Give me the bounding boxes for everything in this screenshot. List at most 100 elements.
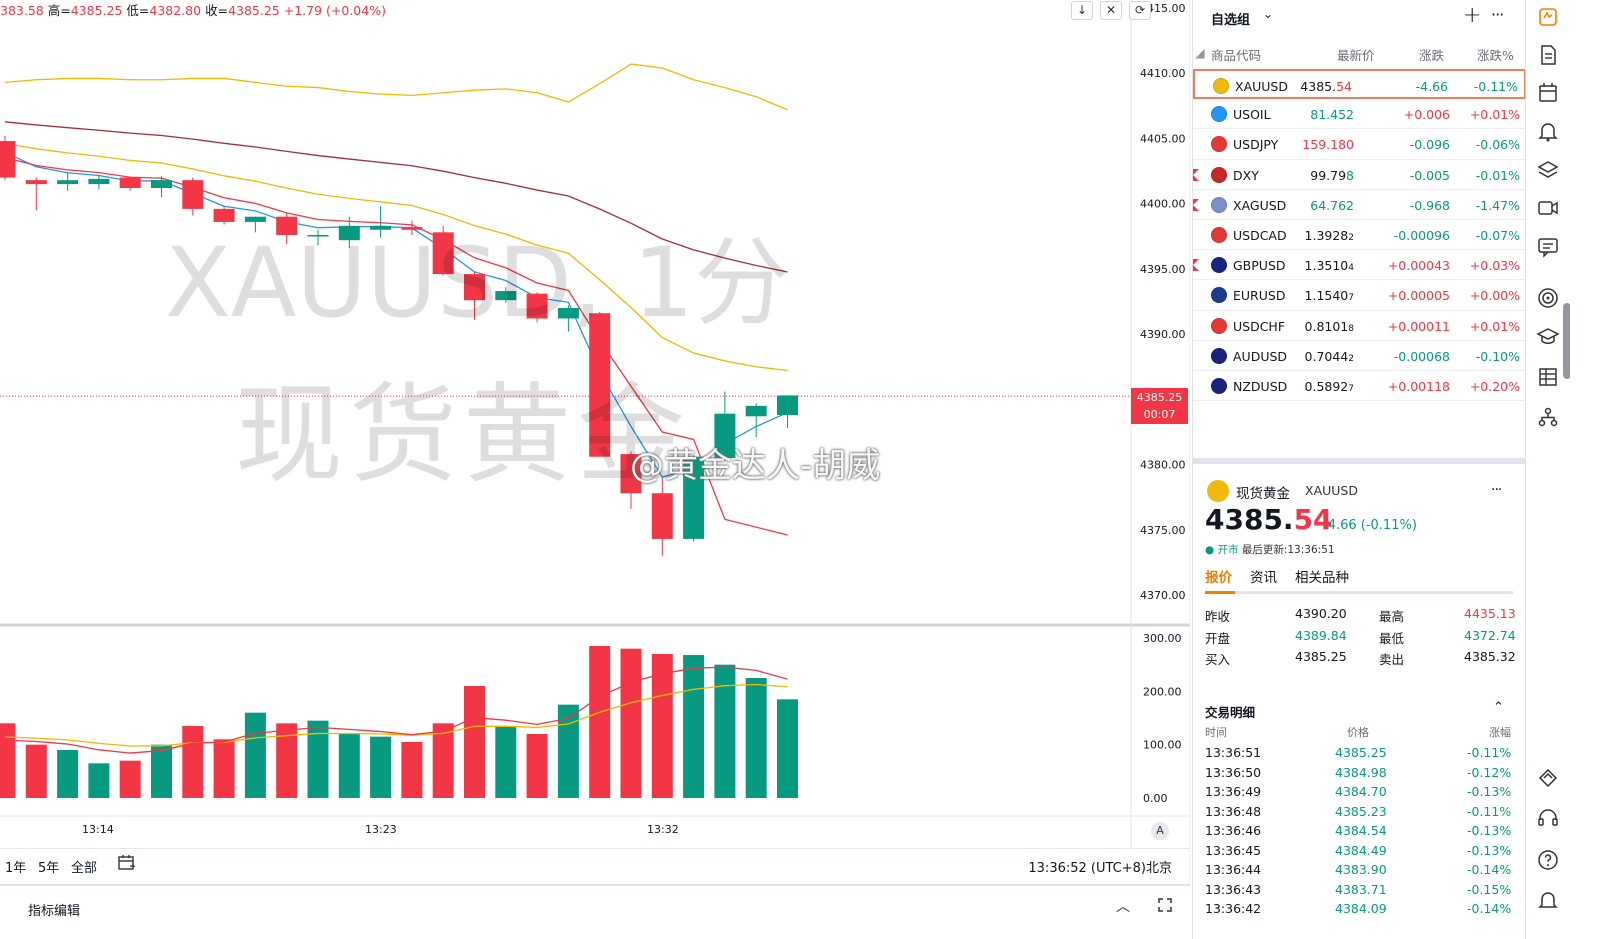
- tab-related[interactable]: 相关品种: [1295, 566, 1349, 586]
- layers-icon[interactable]: [1536, 158, 1560, 182]
- reset-button[interactable]: ⟳: [1129, 1, 1151, 20]
- range-all-button[interactable]: 全部: [71, 857, 97, 876]
- row-symbol: USDJPY: [1233, 137, 1279, 153]
- row-symbol: USDCHF: [1233, 318, 1286, 334]
- watchlist-row[interactable]: USDCAD 1.39282 -0.00096 -0.07%: [1193, 220, 1526, 251]
- row-last-tail: 54: [1336, 79, 1352, 94]
- row-last-main: 1.1540: [1304, 288, 1349, 304]
- trade-time: 13:36:48: [1205, 803, 1262, 819]
- headset-icon[interactable]: [1536, 806, 1560, 830]
- collapse-icon[interactable]: ︿: [1116, 896, 1130, 916]
- detail-name: 现货黄金: [1236, 486, 1290, 502]
- watchlist-row[interactable]: USDJPY 159.180 -0.096 -0.06%: [1193, 129, 1526, 160]
- watchlist-row[interactable]: XAUUSD 4385.54 -4.66 -0.11%: [1193, 69, 1526, 100]
- ohlc-low-label: 低=: [126, 3, 150, 18]
- row-change-pct: -0.10%: [1475, 348, 1520, 364]
- volume-bar: [307, 720, 329, 798]
- watermark-symbol: XAUUSD, 1分: [165, 227, 790, 339]
- sort-icon[interactable]: ◢: [1195, 45, 1205, 60]
- volume-axis-label: 200.00: [1143, 685, 1182, 698]
- go-to-date-icon[interactable]: [117, 854, 137, 872]
- volume-bar: [370, 736, 392, 798]
- trade-pct: -0.11%: [1467, 745, 1512, 760]
- watchlist-row[interactable]: XAGUSD 64.762 -0.968 -1.47%: [1193, 190, 1526, 220]
- col-change-pct[interactable]: 涨跌%: [1477, 45, 1514, 64]
- watchlist-panel: 自选组 ⌄ + ··· ◢ 商品代码 最新价 涨跌 涨跌% XAUUSD 4385…: [1192, 0, 1526, 939]
- trade-price: 4384.70: [1335, 784, 1387, 799]
- range-5y-button[interactable]: 5年: [38, 857, 59, 876]
- chevron-down-icon[interactable]: ⌄: [1263, 7, 1273, 21]
- clock-display[interactable]: 13:36:52 (UTC+8)北京: [1028, 857, 1172, 876]
- watchlist-row[interactable]: EURUSD 1.15407 +0.00005 +0.00%: [1193, 280, 1526, 311]
- help-icon[interactable]: [1536, 848, 1560, 872]
- target-icon[interactable]: [1536, 286, 1560, 310]
- row-last-tail: 2: [1348, 353, 1354, 364]
- row-symbol: EURUSD: [1233, 288, 1286, 304]
- col-last[interactable]: 最新价: [1337, 45, 1375, 64]
- us-ch-flag-icon: [1211, 317, 1227, 334]
- video-icon[interactable]: [1536, 196, 1560, 220]
- detail-symbol: XAUUSD: [1305, 483, 1358, 498]
- volume-bar: [620, 648, 642, 798]
- watchlist-row[interactable]: DXY 99.798 -0.005 -0.01%: [1193, 160, 1526, 190]
- detail-more-button[interactable]: ···: [1491, 482, 1502, 498]
- flag-marker-icon[interactable]: [1193, 259, 1199, 272]
- tree-icon[interactable]: [1536, 405, 1560, 429]
- chat-icon[interactable]: [1536, 235, 1560, 259]
- ohlc-close: 4385.25: [228, 3, 280, 18]
- add-symbol-button[interactable]: +: [1463, 3, 1481, 28]
- tab-quote[interactable]: 报价: [1205, 566, 1232, 586]
- price-axis-label: 4380.00: [1140, 459, 1186, 472]
- current-price-label: 4385.25: [1136, 391, 1183, 404]
- price-axis-label: 4375.00: [1140, 524, 1186, 537]
- watchlist-row[interactable]: GBPUSD 1.35104 +0.00043 +0.03%: [1193, 250, 1526, 281]
- row-change-pct: -0.07%: [1475, 227, 1520, 243]
- flag-marker-icon[interactable]: [1193, 168, 1199, 181]
- auto-scale-button[interactable]: A: [1151, 822, 1169, 840]
- quote-value: 4385.32: [1464, 649, 1516, 664]
- indicator-edit-label[interactable]: 指标编辑: [28, 900, 80, 919]
- eu-us-flag-icon: [1211, 287, 1227, 304]
- flag-marker-icon[interactable]: [1193, 198, 1199, 211]
- col-symbol[interactable]: 商品代码: [1211, 45, 1261, 64]
- quote-label: 最低: [1379, 630, 1405, 646]
- volume-bar: [57, 750, 79, 798]
- watchlist-row[interactable]: USDCHF 0.81018 +0.00011 +0.01%: [1193, 311, 1526, 341]
- tab-underline: [1205, 591, 1235, 594]
- calendar-icon[interactable]: [1536, 81, 1560, 105]
- document-icon[interactable]: [1536, 43, 1560, 67]
- bell-icon[interactable]: [1536, 119, 1560, 143]
- maximize-icon[interactable]: [1156, 896, 1174, 914]
- community-icon[interactable]: [1536, 766, 1560, 790]
- row-last: 0.70442: [1305, 349, 1354, 364]
- more-options-button[interactable]: ···: [1491, 5, 1504, 24]
- scroll-down-button[interactable]: ↓: [1071, 1, 1093, 20]
- watchlist-icon[interactable]: [1536, 5, 1560, 29]
- watchlist-row[interactable]: AUDUSD 0.70442 -0.00068 -0.10%: [1193, 341, 1526, 371]
- trade-price: 4384.09: [1335, 901, 1387, 916]
- ohlc-close-label: 收=: [205, 3, 229, 18]
- tab-news[interactable]: 资讯: [1250, 566, 1277, 586]
- col-change[interactable]: 涨跌: [1419, 45, 1444, 64]
- row-change-pct: +0.01%: [1469, 107, 1520, 123]
- price-axis-label: 4395.00: [1140, 263, 1186, 276]
- us-flag-icon: [1211, 166, 1227, 183]
- notification-icon[interactable]: [1536, 888, 1560, 912]
- collapse-icon[interactable]: ⌃: [1493, 700, 1504, 715]
- watchlist-row[interactable]: USOIL 81.452 +0.006 +0.01%: [1193, 99, 1526, 130]
- quote-value: 4385.25: [1295, 649, 1347, 664]
- quote-row: 开盘 4389.84 最低 4372.74: [1205, 628, 1516, 650]
- watchlist-title[interactable]: 自选组: [1211, 9, 1250, 28]
- chart-area[interactable]: 4415.00 4410.00 4405.00 4400.00 4395.00 4390.…: [0, 0, 1190, 884]
- range-1y-button[interactable]: 1年: [5, 857, 26, 876]
- volume-axis-label: 0.00: [1143, 792, 1168, 805]
- education-icon[interactable]: [1536, 325, 1560, 349]
- panel-divider[interactable]: [1193, 458, 1526, 464]
- current-price-tag: 4385.25 00:07: [1131, 388, 1188, 424]
- close-button[interactable]: ✕: [1100, 1, 1122, 20]
- grid-icon[interactable]: [1536, 365, 1560, 389]
- volume-bar: [745, 678, 767, 798]
- watermark-weibo: @黄金达人-胡威: [630, 446, 881, 486]
- volume-bar: [25, 744, 47, 798]
- watchlist-row[interactable]: NZDUSD 0.58927 +0.00118 +0.20%: [1193, 371, 1526, 402]
